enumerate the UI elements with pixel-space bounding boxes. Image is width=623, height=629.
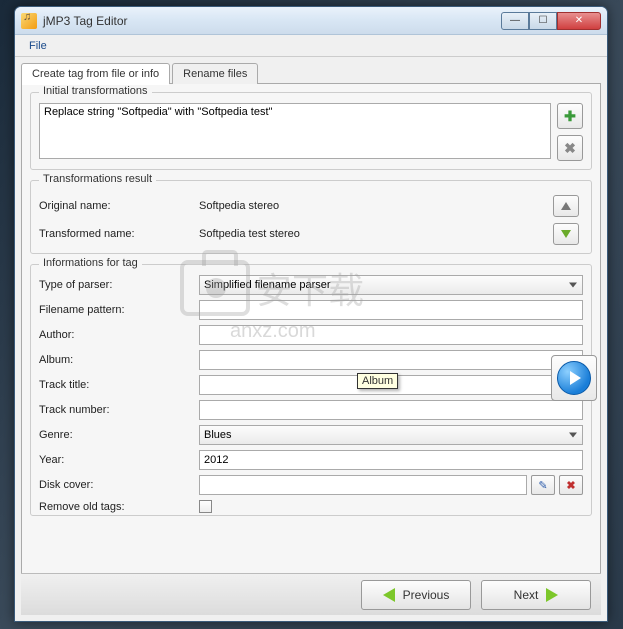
next-label: Next: [514, 588, 539, 602]
maximize-button[interactable]: ☐: [529, 12, 557, 30]
transformation-item[interactable]: Replace string "Softpedia" with "Softped…: [44, 106, 546, 118]
album-input[interactable]: [199, 350, 583, 370]
disk-cover-remove-button[interactable]: ✖: [559, 475, 583, 495]
pattern-input[interactable]: [199, 300, 583, 320]
previous-file-button[interactable]: [553, 195, 579, 217]
tooltip-album: Album: [357, 373, 398, 389]
group-informations-for-tag: Informations for tag Type of parser: Sim…: [30, 264, 592, 516]
menu-file[interactable]: File: [21, 38, 55, 54]
transformed-name-value: Softpedia test stereo: [199, 228, 553, 240]
group-transformations-result: Transformations result Original name: So…: [30, 180, 592, 254]
play-icon: [557, 361, 591, 395]
genre-combo[interactable]: Blues: [199, 425, 583, 445]
track-title-label: Track title:: [39, 379, 199, 391]
remove-transformation-button[interactable]: ✖: [557, 135, 583, 161]
album-label: Album:: [39, 354, 199, 366]
track-number-label: Track number:: [39, 404, 199, 416]
group-title-info: Informations for tag: [39, 257, 142, 269]
transformed-name-label: Transformed name:: [39, 228, 199, 240]
previous-label: Previous: [403, 588, 450, 602]
play-button[interactable]: [551, 355, 597, 401]
x-icon: ✖: [564, 140, 576, 157]
group-title-initial: Initial transformations: [39, 85, 152, 97]
previous-button[interactable]: Previous: [361, 580, 471, 610]
arrow-right-icon: [546, 588, 558, 602]
next-button[interactable]: Next: [481, 580, 591, 610]
add-transformation-button[interactable]: ✚: [557, 103, 583, 129]
window-controls: — ☐ ✕: [501, 12, 601, 30]
original-name-label: Original name:: [39, 200, 199, 212]
pencil-icon: ✎: [538, 479, 547, 492]
footer-bar: Previous Next: [21, 573, 601, 615]
tab-body: Initial transformations Replace string "…: [21, 83, 601, 593]
genre-combo-value: Blues: [204, 429, 232, 441]
year-label: Year:: [39, 454, 199, 466]
genre-label: Genre:: [39, 429, 199, 441]
tabstrip: Create tag from file or info Rename file…: [21, 63, 601, 84]
author-label: Author:: [39, 329, 199, 341]
track-number-input[interactable]: [199, 400, 583, 420]
tab-create-tag[interactable]: Create tag from file or info: [21, 63, 170, 84]
parser-label: Type of parser:: [39, 279, 199, 291]
menubar: File: [15, 35, 607, 57]
app-window: jMP3 Tag Editor — ☐ ✕ File Create tag fr…: [14, 6, 608, 622]
disk-cover-edit-button[interactable]: ✎: [531, 475, 555, 495]
parser-combo[interactable]: Simplified filename parser: [199, 275, 583, 295]
remove-old-tags-label: Remove old tags:: [39, 501, 199, 513]
disk-cover-input[interactable]: [199, 475, 527, 495]
plus-icon: ✚: [564, 108, 576, 125]
group-initial-transformations: Initial transformations Replace string "…: [30, 92, 592, 170]
year-input[interactable]: [199, 450, 583, 470]
group-title-result: Transformations result: [39, 173, 156, 185]
remove-old-tags-checkbox[interactable]: [199, 500, 212, 513]
client-area: Create tag from file or info Rename file…: [15, 57, 607, 621]
parser-combo-value: Simplified filename parser: [204, 279, 331, 291]
tab-rename-files[interactable]: Rename files: [172, 63, 258, 84]
original-name-value: Softpedia stereo: [199, 200, 553, 212]
pattern-label: Filename pattern:: [39, 304, 199, 316]
titlebar[interactable]: jMP3 Tag Editor — ☐ ✕: [15, 7, 607, 35]
window-title: jMP3 Tag Editor: [43, 14, 128, 28]
author-input[interactable]: [199, 325, 583, 345]
minimize-button[interactable]: —: [501, 12, 529, 30]
disk-cover-label: Disk cover:: [39, 479, 199, 491]
arrow-left-icon: [383, 588, 395, 602]
next-file-button[interactable]: [553, 223, 579, 245]
close-button[interactable]: ✕: [557, 12, 601, 30]
x-icon: ✖: [566, 479, 575, 492]
transformations-listbox[interactable]: Replace string "Softpedia" with "Softped…: [39, 103, 551, 159]
app-icon: [21, 13, 37, 29]
